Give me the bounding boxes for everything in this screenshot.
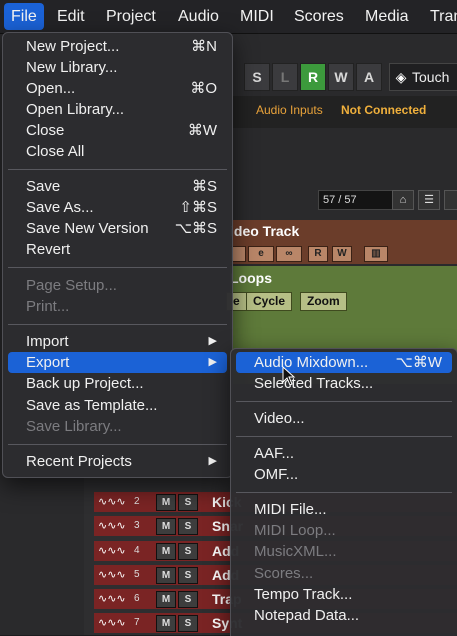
- track-number: 5: [134, 569, 140, 580]
- export-submenu: Audio Mixdown... ⌥⌘W Selected Tracks... V…: [230, 348, 457, 636]
- menu-scores[interactable]: Scores: [287, 0, 351, 33]
- solo-button[interactable]: S: [178, 518, 198, 535]
- track-number: 6: [134, 593, 140, 604]
- lanes-icon[interactable]: ▥: [364, 246, 388, 262]
- audio-waveform-icon: ∿∿∿: [98, 617, 126, 629]
- menu-separator: [8, 169, 227, 170]
- menu-item-print: Print...: [26, 298, 70, 315]
- menu-item-midi-loop: MIDI Loop...: [254, 522, 336, 539]
- menu-audio[interactable]: Audio: [171, 0, 226, 33]
- cycle-button[interactable]: Cycle: [246, 292, 293, 311]
- menu-item-save-library: Save Library...: [26, 418, 122, 435]
- menu-item-save-new-version[interactable]: Save New Version ⌥⌘S: [8, 218, 227, 239]
- connection-status[interactable]: Not Connected: [341, 103, 426, 117]
- menu-separator: [8, 324, 227, 325]
- menu-media[interactable]: Media: [358, 0, 416, 33]
- mute-button[interactable]: M: [156, 543, 176, 560]
- menu-file[interactable]: File: [4, 3, 44, 30]
- mute-button[interactable]: M: [156, 518, 176, 535]
- menu-midi[interactable]: MIDI: [233, 0, 281, 33]
- mouse-pointer-icon: [282, 366, 296, 386]
- menu-item-open-library[interactable]: Open Library...: [8, 99, 227, 120]
- menu-separator: [236, 436, 452, 437]
- write-button[interactable]: W: [332, 246, 352, 262]
- menu-separator: [8, 267, 227, 268]
- read-button[interactable]: R: [308, 246, 328, 262]
- automation-mode-selector[interactable]: ◈ Touch: [389, 63, 457, 91]
- menu-item-close-all[interactable]: Close All: [8, 141, 227, 162]
- menu-item-musicxml: MusicXML...: [254, 543, 337, 560]
- menu-item-revert[interactable]: Revert: [8, 239, 227, 260]
- menu-transport[interactable]: Tran: [423, 0, 457, 33]
- zoom-button[interactable]: Zoom: [300, 292, 347, 311]
- track-counter: 57 / 57: [318, 190, 393, 210]
- menu-item-save-as-template[interactable]: Save as Template...: [8, 395, 227, 416]
- menu-edit[interactable]: Edit: [50, 0, 92, 33]
- automation-icon: ◈: [395, 69, 407, 85]
- menu-item-new-project[interactable]: New Project... ⌘N: [8, 36, 227, 57]
- touch-label: Touch: [412, 69, 450, 85]
- menu-item-audio-mixdown[interactable]: Audio Mixdown... ⌥⌘W: [236, 352, 452, 373]
- menu-item-selected-tracks[interactable]: Selected Tracks...: [236, 373, 452, 394]
- menu-item-recent-projects[interactable]: Recent Projects ▶: [8, 451, 227, 472]
- mute-button[interactable]: M: [156, 494, 176, 511]
- track-number: 4: [134, 545, 140, 556]
- audio-waveform-icon: ∿∿∿: [98, 569, 126, 581]
- menu-item-video[interactable]: Video...: [236, 408, 452, 429]
- track-number: 2: [134, 496, 140, 507]
- audio-waveform-icon: ∿∿∿: [98, 496, 126, 508]
- audio-waveform-icon: ∿∿∿: [98, 593, 126, 605]
- solo-button[interactable]: S: [178, 567, 198, 584]
- menu-item-close[interactable]: Close ⌘W: [8, 120, 227, 141]
- track-number: 7: [134, 617, 140, 628]
- audio-inputs-label[interactable]: Audio Inputs: [256, 103, 323, 117]
- edit-button[interactable]: e: [248, 246, 274, 262]
- mute-button[interactable]: M: [156, 591, 176, 608]
- menu-item-back-up-project[interactable]: Back up Project...: [8, 373, 227, 394]
- menu-project[interactable]: Project: [99, 0, 163, 33]
- loops-track-name: Loops: [230, 270, 272, 286]
- submenu-arrow-icon: ▶: [208, 335, 217, 347]
- video-track-name: ideo Track: [230, 223, 300, 239]
- solo-button[interactable]: S: [178, 591, 198, 608]
- menu-separator: [236, 401, 452, 402]
- solo-button[interactable]: S: [178, 494, 198, 511]
- track-presets-icon[interactable]: ⌂: [392, 190, 414, 210]
- audio-waveform-icon: ∿∿∿: [98, 545, 126, 557]
- link-icon[interactable]: ∞: [276, 246, 302, 262]
- mute-button[interactable]: M: [156, 615, 176, 632]
- read-automation-button[interactable]: R: [300, 63, 326, 91]
- track-number: 3: [134, 520, 140, 531]
- solo-button[interactable]: S: [178, 615, 198, 632]
- menu-item-save[interactable]: Save ⌘S: [8, 176, 227, 197]
- menu-item-omf[interactable]: OMF...: [236, 464, 452, 485]
- write-automation-button[interactable]: W: [328, 63, 354, 91]
- audio-waveform-icon: ∿∿∿: [98, 520, 126, 532]
- menu-item-new-library[interactable]: New Library...: [8, 57, 227, 78]
- menu-bar: File Edit Project Audio MIDI Scores Medi…: [0, 0, 457, 34]
- menu-item-save-as[interactable]: Save As... ⇧⌘S: [8, 197, 227, 218]
- more-icon[interactable]: [444, 190, 457, 210]
- menu-item-import[interactable]: Import ▶: [8, 331, 227, 352]
- menu-item-notepad-data[interactable]: Notepad Data...: [236, 605, 452, 626]
- automation-button[interactable]: A: [356, 63, 382, 91]
- menu-item-tempo-track[interactable]: Tempo Track...: [236, 584, 452, 605]
- menu-item-scores: Scores...: [254, 565, 314, 582]
- solo-button[interactable]: S: [244, 63, 270, 91]
- menu-item-page-setup: Page Setup...: [26, 277, 117, 294]
- submenu-arrow-icon: ▶: [208, 455, 217, 467]
- file-menu: New Project... ⌘N New Library... Open... ⌘…: [2, 32, 233, 478]
- listen-button[interactable]: L: [272, 63, 298, 91]
- submenu-arrow-icon: ▶: [208, 356, 217, 368]
- menu-item-export[interactable]: Export ▶: [8, 352, 227, 373]
- menu-item-aaf[interactable]: AAF...: [236, 443, 452, 464]
- menu-item-midi-file[interactable]: MIDI File...: [236, 499, 452, 520]
- video-track[interactable]: ideo Track e ∞ R W ▥: [230, 220, 457, 264]
- track-list-icon[interactable]: ☰: [418, 190, 440, 210]
- solo-button[interactable]: S: [178, 543, 198, 560]
- menu-item-open[interactable]: Open... ⌘O: [8, 78, 227, 99]
- mute-button[interactable]: M: [156, 567, 176, 584]
- menu-separator: [8, 444, 227, 445]
- menu-separator: [236, 492, 452, 493]
